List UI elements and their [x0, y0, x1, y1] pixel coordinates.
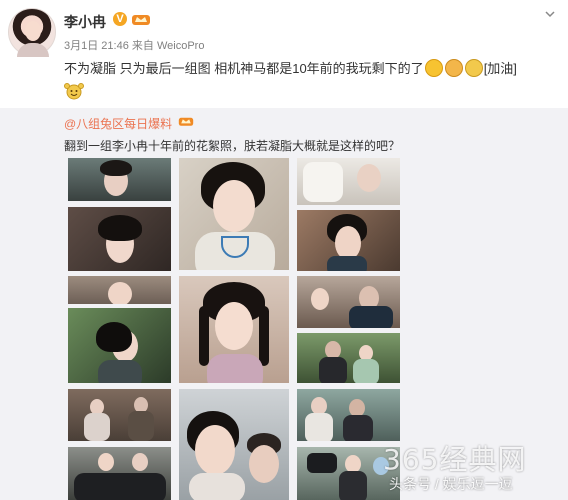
member-crown-icon[interactable] — [131, 12, 151, 26]
watermark-logo: 365经典网 — [383, 443, 527, 476]
photo-thumbnail[interactable] — [179, 276, 289, 383]
bow-emoji-icon — [444, 59, 463, 77]
watermark-caption: 头条号 / 娱乐逗一逗 — [389, 476, 513, 492]
author-name[interactable]: 李小冉 — [64, 12, 106, 32]
avatar-face — [25, 21, 41, 41]
photo-thumbnail[interactable] — [68, 308, 171, 383]
cheer-emoji-icon — [464, 59, 483, 77]
photo-thumbnail[interactable] — [297, 389, 400, 441]
chevron-down-icon[interactable] — [544, 8, 556, 20]
photo-thumbnail[interactable] — [179, 389, 289, 500]
source-prefix: 来自 — [131, 40, 154, 52]
vip-badge-icon[interactable]: V — [113, 12, 127, 26]
photo-thumbnail[interactable] — [68, 158, 171, 201]
repost-author[interactable]: @八组兔区每日爆料 — [64, 115, 172, 132]
repost-text: 翻到一组李小冉十年前的花絮照，肤若凝脂大概就是这样的吧？ — [64, 139, 401, 153]
cheer-hands-emoji-icon — [64, 83, 84, 100]
author-avatar[interactable] — [8, 8, 56, 57]
post-time[interactable]: 3月1日 21:46 — [64, 40, 129, 52]
photo-thumbnail[interactable] — [297, 210, 400, 271]
photo-thumbnail[interactable] — [68, 207, 171, 271]
photo-thumbnail[interactable] — [68, 389, 171, 441]
photo-thumbnail[interactable] — [68, 447, 171, 500]
photo-thumbnail[interactable] — [297, 158, 400, 205]
photo-thumbnail[interactable] — [68, 276, 171, 304]
photo-thumbnail[interactable] — [179, 158, 289, 270]
photo-thumbnail[interactable] — [297, 333, 400, 383]
post-source[interactable]: WeicoPro — [157, 40, 204, 52]
post-text: 不为凝脂 只为最后一组图 相机神马都是10年前的我玩剩下的了 [加油] — [64, 59, 560, 78]
grin-emoji-icon — [424, 59, 443, 77]
avatar-dress — [17, 43, 49, 57]
photo-thumbnail[interactable] — [297, 276, 400, 328]
post-meta: 3月1日 21:46 来自 WeicoPro — [64, 37, 204, 53]
post-text-main: 不为凝脂 只为最后一组图 相机神马都是10年前的我玩剩下的了 — [64, 61, 424, 76]
cheer-tag: [加油] — [483, 61, 517, 76]
member-crown-icon[interactable] — [178, 114, 194, 128]
